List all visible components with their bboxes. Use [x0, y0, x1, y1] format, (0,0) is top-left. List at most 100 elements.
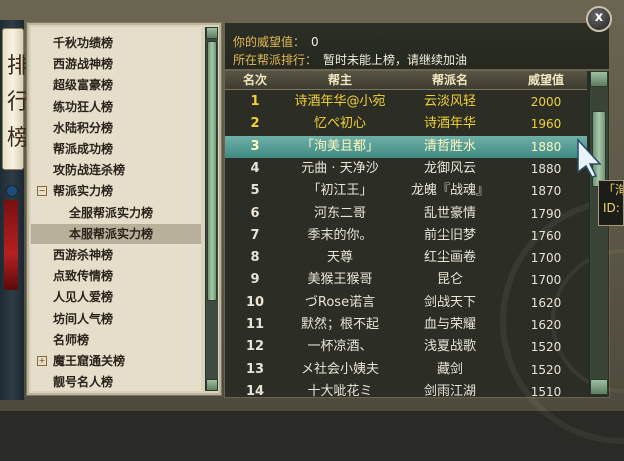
expand-icon[interactable]: +: [37, 356, 47, 366]
tooltip-id: ID:: [603, 201, 620, 215]
tooltip-name: 「洵: [603, 183, 623, 197]
rank-cell: 9: [250, 272, 260, 288]
score-cell: 1700: [530, 273, 562, 288]
score-cell: 1520: [530, 362, 562, 377]
sidebar-item[interactable]: 名师榜: [31, 330, 201, 350]
guild-cell: 剑雨江湖: [423, 383, 476, 399]
leader-cell: 忆ぺ初心: [313, 116, 366, 132]
guild-cell: 龙魄『战魂』: [410, 183, 489, 199]
score-cell: 1760: [530, 228, 562, 243]
sidebar-item[interactable]: 全服帮派实力榜: [31, 203, 201, 223]
table-row[interactable]: 8 天尊 红尘画卷 1700: [225, 247, 587, 269]
leader-cell: 「洵美且都」: [300, 138, 379, 154]
score-cell: 1510: [530, 384, 562, 399]
table-row[interactable]: 12 一杯凉酒、 浅夏战歌 1520: [225, 336, 587, 358]
ranking-table: 名次 帮主 帮派名 威望值 1 诗酒年华@小宛 云淡风轻 2000 2 忆ぺ初心 诗酒年华 1…: [224, 70, 624, 444]
table-header: 名次 帮主 帮派名 威望值: [225, 71, 587, 90]
sidebar-item[interactable]: − 帮派实力榜: [31, 181, 201, 201]
guild-cell: 云淡风轻: [423, 94, 476, 109]
leader-cell: 「初江王」: [307, 183, 373, 199]
sidebar-item[interactable]: 西游杀神榜: [31, 245, 201, 265]
score-cell: 1960: [530, 117, 562, 132]
table-row[interactable]: 14 十大呲花ミ 剑雨江湖 1510: [225, 381, 587, 403]
header-guild[interactable]: 帮派名: [395, 71, 505, 89]
table-row[interactable]: 4 元曲 · 天净沙 龙御风云 1880: [225, 158, 587, 180]
guild-cell: 龙御风云: [423, 160, 476, 176]
table-row[interactable]: 1 诗酒年华@小宛 云淡风轻 2000: [225, 91, 587, 113]
leader-cell: 季末的你。: [307, 227, 373, 243]
score-cell: 1520: [530, 340, 562, 355]
sidebar-item-label: 本服帮派实力榜: [69, 226, 154, 241]
sidebar-item-label: 水陆积分榜: [53, 120, 114, 135]
sidebar-item[interactable]: 本服帮派实力榜: [31, 223, 201, 244]
category-scrollbar[interactable]: [205, 27, 218, 391]
scroll-up-arrow-icon[interactable]: [206, 27, 218, 39]
table-row[interactable]: 5 「初江王」 龙魄『战魂』 1870: [225, 180, 587, 202]
header-rank[interactable]: 名次: [225, 71, 285, 89]
sidebar-item[interactable]: 西游战神榜: [31, 54, 201, 74]
rank-cell: 13: [245, 361, 265, 377]
rank-cell: 11: [245, 317, 265, 332]
table-row[interactable]: 10 づRose诺言 剑战天下 1620: [225, 292, 587, 314]
score-cell: 1790: [530, 206, 562, 221]
player-tooltip: 「洵 ID:: [598, 180, 624, 226]
sidebar-item[interactable]: 练功狂人榜: [31, 97, 201, 117]
mouse-cursor-icon: [577, 138, 602, 178]
table-scrollbar[interactable]: [589, 71, 608, 395]
tassel-decoration: [4, 200, 18, 290]
sidebar-item[interactable]: 靓号名人榜: [31, 372, 201, 391]
sidebar-item[interactable]: 超级富豪榜: [31, 75, 201, 95]
table-row[interactable]: 7 季末的你。 前尘旧梦 1760: [225, 225, 587, 247]
guild-cell: 红尘画卷: [423, 250, 476, 266]
close-button[interactable]: x: [586, 6, 612, 32]
guild-cell: 剑战天下: [423, 294, 476, 310]
sidebar-item-label: 全服帮派实力榜: [69, 205, 154, 220]
guild-cell: 昆仑: [436, 272, 463, 288]
score-cell: 1620: [530, 295, 562, 310]
sidebar-item-label: 名师榜: [53, 332, 90, 347]
score-cell: 1880: [530, 161, 562, 176]
rank-cell: 6: [250, 205, 260, 221]
sidebar-item[interactable]: 点致传情榜: [31, 266, 201, 286]
sidebar-item[interactable]: 人见人爱榜: [31, 287, 201, 307]
sidebar-item[interactable]: 水陆积分榜: [31, 118, 201, 138]
rank-cell: 2: [250, 116, 260, 132]
leader-cell: 十大呲花ミ: [307, 383, 373, 399]
table-row[interactable]: 6 河东二哥 乱世豪情 1790: [225, 203, 587, 225]
sidebar-item-label: 练功狂人榜: [53, 99, 114, 114]
table-row[interactable]: 9 美猴王猴哥 昆仑 1700: [225, 269, 587, 291]
scroll-thumb[interactable]: [207, 41, 217, 301]
guild-cell: 前尘旧梦: [423, 227, 476, 243]
table-row[interactable]: 11 默然；根不起 血与荣耀 1620: [225, 314, 587, 336]
rank-cell: 14: [245, 383, 265, 399]
sidebar-item-label: 西游杀神榜: [53, 248, 114, 262]
sidebar-item-label: 西游战神榜: [53, 57, 114, 72]
sidebar-item-label: 点致传情榜: [53, 269, 114, 284]
sidebar-item-label: 帮派成功榜: [53, 142, 114, 156]
rank-cell: 3: [250, 138, 260, 154]
sidebar-item-label: 魔王窟通关榜: [53, 354, 126, 368]
scroll-down-arrow-icon[interactable]: [206, 379, 218, 391]
score-cell: 1620: [530, 318, 562, 332]
collapse-icon[interactable]: −: [37, 186, 47, 197]
sidebar-item[interactable]: 坊间人气榜: [31, 309, 201, 329]
scroll-up-arrow-icon[interactable]: [590, 71, 608, 87]
score-cell: 1880: [530, 139, 562, 154]
sidebar-item[interactable]: 帮派成功榜: [31, 139, 201, 159]
rank-cell: 1: [250, 94, 260, 109]
sidebar-item[interactable]: 千秋功绩榜: [31, 33, 201, 53]
header-leader[interactable]: 帮主: [285, 71, 395, 89]
header-score[interactable]: 威望值: [505, 71, 587, 89]
scroll-title: 排行榜: [7, 54, 30, 151]
table-row[interactable]: 2 忆ぺ初心 诗酒年华 1960: [225, 113, 587, 135]
sidebar-item[interactable]: + 魔王窟通关榜: [31, 351, 201, 371]
leader-cell: 河东二哥: [313, 205, 366, 221]
sidebar-item-label: 攻防战连杀榜: [53, 163, 126, 178]
leader-cell: 诗酒年华@小宛: [294, 94, 386, 109]
sidebar-item[interactable]: 攻防战连杀榜: [31, 160, 201, 180]
table-row[interactable]: 3 「洵美且都」 清哲胜水 1880: [225, 135, 587, 158]
guild-rank-value: 暂时未能上榜，请继续加油: [323, 53, 468, 67]
sidebar-item-label: 坊间人气榜: [53, 311, 114, 326]
table-row[interactable]: 13 メ社会小姨夫 藏剑 1520: [225, 359, 587, 381]
scroll-down-arrow-icon[interactable]: [590, 379, 608, 395]
